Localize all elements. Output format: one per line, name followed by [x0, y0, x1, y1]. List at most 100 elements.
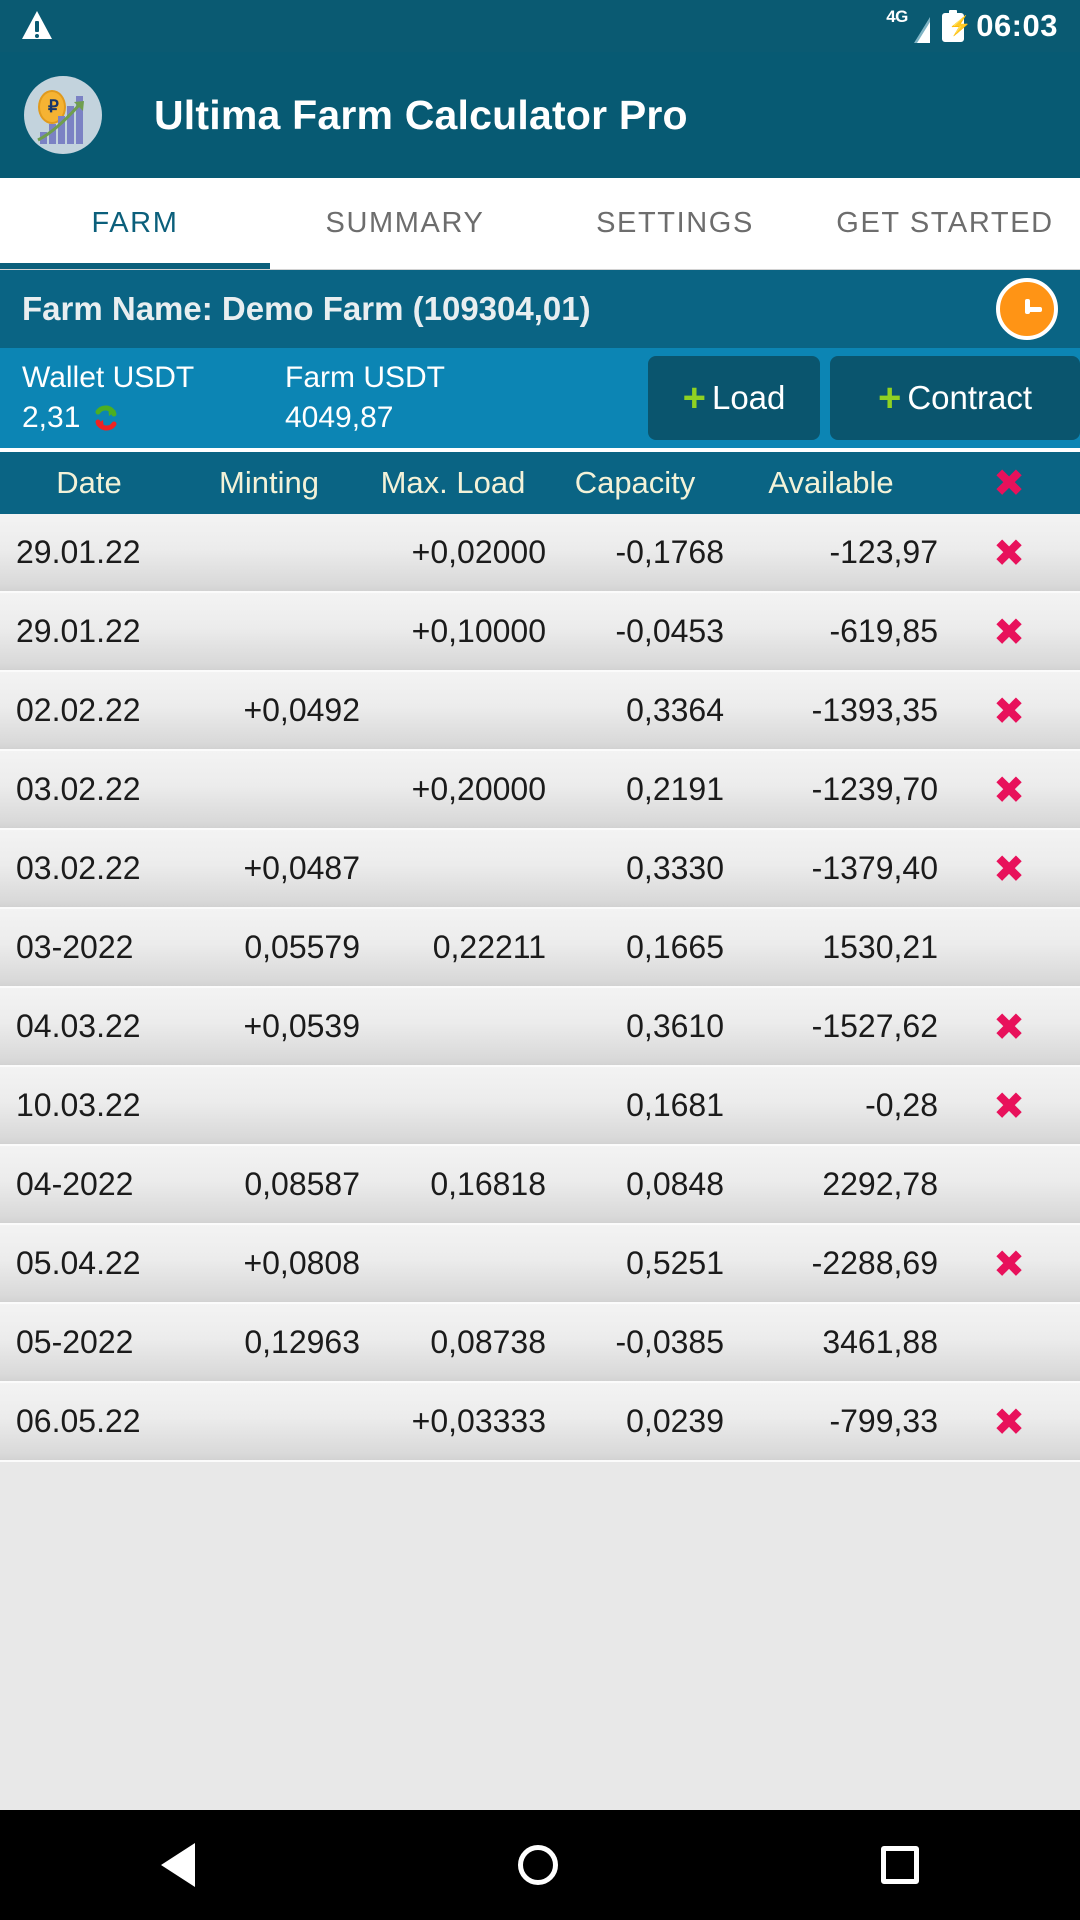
close-icon: ✖ — [993, 767, 1025, 812]
farm-usdt-group: Farm USDT 4049,87 — [267, 358, 512, 438]
cell-available: 3461,88 — [822, 1324, 938, 1360]
cell-available: -799,33 — [829, 1403, 938, 1439]
delete-row-icon[interactable]: ✖ — [938, 613, 1080, 651]
cell-available: -0,28 — [865, 1087, 938, 1123]
add-contract-button[interactable]: + Contract — [830, 356, 1080, 440]
table-row[interactable]: 03-2022 0,05579 0,22211 0,1665 1530,21 — [0, 909, 1080, 988]
column-header-capacity[interactable]: Capacity — [546, 465, 724, 501]
column-header-available[interactable]: Available — [724, 465, 938, 501]
column-header-max-load[interactable]: Max. Load — [360, 465, 546, 501]
farm-table: Date Minting Max. Load Capacity Availabl… — [0, 448, 1080, 1810]
delete-row-icon[interactable]: ✖ — [938, 1008, 1080, 1046]
cell-date: 04-2022 — [16, 1166, 134, 1202]
tab-settings[interactable]: SETTINGS — [540, 178, 810, 269]
cell-max-load: 0,22211 — [432, 929, 546, 965]
close-icon: ✖ — [993, 1399, 1025, 1444]
cell-date: 05.04.22 — [16, 1245, 141, 1281]
cell-max-load: +0,20000 — [411, 771, 546, 807]
cell-date: 02.02.22 — [16, 692, 141, 728]
cell-capacity: 0,0239 — [626, 1403, 724, 1439]
signal-bars-icon: 4G — [886, 7, 931, 43]
close-icon: ✖ — [993, 688, 1025, 733]
cell-available: 2292,78 — [822, 1166, 938, 1202]
cell-available: -1379,40 — [811, 850, 938, 886]
farm-name-bar[interactable]: Farm Name: Demo Farm (109304,01) — [0, 270, 1080, 348]
delete-row-icon[interactable]: ✖ — [938, 850, 1080, 888]
cell-available: -1527,62 — [811, 1008, 938, 1044]
cell-minting: 0,08587 — [244, 1166, 360, 1202]
page-title: Ultima Farm Calculator Pro — [154, 91, 688, 138]
cell-capacity: 0,1665 — [626, 929, 724, 965]
tab-farm[interactable]: FARM — [0, 178, 270, 269]
cell-capacity: -0,0385 — [615, 1324, 724, 1360]
table-row[interactable]: 29.01.22 +0,02000 -0,1768 -123,97 ✖ — [0, 514, 1080, 593]
cell-date: 10.03.22 — [16, 1087, 141, 1123]
cell-date: 03.02.22 — [16, 771, 141, 807]
cell-capacity: -0,1768 — [615, 534, 724, 570]
table-header-row: Date Minting Max. Load Capacity Availabl… — [0, 448, 1080, 514]
cell-capacity: -0,0453 — [615, 613, 724, 649]
wallet-usdt-value-group: 2,31 — [22, 398, 267, 438]
app-logo-icon: ₽ — [24, 76, 102, 154]
cell-max-load: 0,16818 — [430, 1166, 546, 1202]
clock-icon[interactable] — [996, 278, 1058, 340]
delete-row-icon[interactable]: ✖ — [938, 1087, 1080, 1125]
app-root: 4G ⚡ 06:03 ₽ Ultima Farm Calculator Pro — [0, 0, 1080, 1920]
cell-available: -1393,35 — [811, 692, 938, 728]
tab-summary[interactable]: SUMMARY — [270, 178, 540, 269]
delete-row-icon[interactable]: ✖ — [938, 771, 1080, 809]
wallet-usdt-value: 2,31 — [22, 401, 81, 434]
table-row[interactable]: 03.02.22 +0,0487 0,3330 -1379,40 ✖ — [0, 830, 1080, 909]
cell-minting: 0,12963 — [244, 1324, 360, 1360]
cell-capacity: 0,3364 — [626, 692, 724, 728]
table-row[interactable]: 04.03.22 +0,0539 0,3610 -1527,62 ✖ — [0, 988, 1080, 1067]
cell-minting: +0,0808 — [243, 1245, 360, 1281]
nav-recents-icon[interactable] — [880, 1846, 919, 1884]
close-icon: ✖ — [993, 1083, 1025, 1128]
column-header-minting[interactable]: Minting — [178, 465, 360, 501]
delete-row-icon[interactable]: ✖ — [938, 534, 1080, 572]
delete-row-icon[interactable]: ✖ — [938, 1403, 1080, 1441]
cell-max-load: 0,08738 — [430, 1324, 546, 1360]
status-right: 4G ⚡ 06:03 — [886, 7, 1058, 44]
system-navigation-bar — [0, 1810, 1080, 1920]
delete-row-icon[interactable]: ✖ — [938, 692, 1080, 730]
delete-row-icon[interactable]: ✖ — [938, 1245, 1080, 1283]
table-row[interactable]: 04-2022 0,08587 0,16818 0,0848 2292,78 — [0, 1146, 1080, 1225]
nav-back-icon[interactable] — [161, 1843, 196, 1887]
add-contract-button-label: Contract — [907, 379, 1033, 416]
add-load-button[interactable]: + Load — [648, 356, 820, 440]
table-row[interactable]: 06.05.22 +0,03333 0,0239 -799,33 ✖ — [0, 1383, 1080, 1462]
wallet-usdt-label: Wallet USDT — [22, 361, 195, 394]
close-icon: ✖ — [993, 846, 1025, 891]
refresh-icon[interactable] — [90, 402, 122, 434]
table-row[interactable]: 02.02.22 +0,0492 0,3364 -1393,35 ✖ — [0, 672, 1080, 751]
cell-date: 03.02.22 — [16, 850, 141, 886]
table-row[interactable]: 05-2022 0,12963 0,08738 -0,0385 3461,88 — [0, 1304, 1080, 1383]
cell-date: 29.01.22 — [16, 534, 141, 570]
nav-home-icon[interactable] — [517, 1845, 558, 1885]
plus-icon: + — [682, 375, 706, 420]
delete-all-icon[interactable]: ✖ — [938, 464, 1080, 502]
table-body: 29.01.22 +0,02000 -0,1768 -123,97 ✖ 29.01.22 +… — [0, 514, 1080, 1462]
add-load-button-label: Load — [711, 379, 786, 416]
table-row[interactable]: 29.01.22 +0,10000 -0,0453 -619,85 ✖ — [0, 593, 1080, 672]
wallet-actions: + Load + Contract — [648, 348, 1080, 448]
cell-max-load: +0,10000 — [411, 613, 546, 649]
cell-capacity: 0,5251 — [626, 1245, 724, 1281]
table-row[interactable]: 10.03.22 0,1681 -0,28 ✖ — [0, 1067, 1080, 1146]
cell-available: 1530,21 — [822, 929, 938, 965]
table-row[interactable]: 03.02.22 +0,20000 0,2191 -1239,70 ✖ — [0, 751, 1080, 830]
table-row[interactable]: 05.04.22 +0,0808 0,5251 -2288,69 ✖ — [0, 1225, 1080, 1304]
cell-capacity: 0,2191 — [626, 771, 724, 807]
tab-get-started[interactable]: GET STARTED — [810, 178, 1080, 269]
warning-triangle-icon — [22, 11, 52, 41]
cell-date: 29.01.22 — [16, 613, 141, 649]
cell-max-load: +0,03333 — [411, 1403, 546, 1439]
cell-minting: +0,0492 — [243, 692, 360, 728]
cell-capacity: 0,0848 — [626, 1166, 724, 1202]
column-header-date[interactable]: Date — [0, 465, 178, 501]
close-icon: ✖ — [993, 530, 1025, 575]
status-bar: 4G ⚡ 06:03 — [0, 0, 1080, 52]
tab-bar: FARM SUMMARY SETTINGS GET STARTED — [0, 178, 1080, 270]
